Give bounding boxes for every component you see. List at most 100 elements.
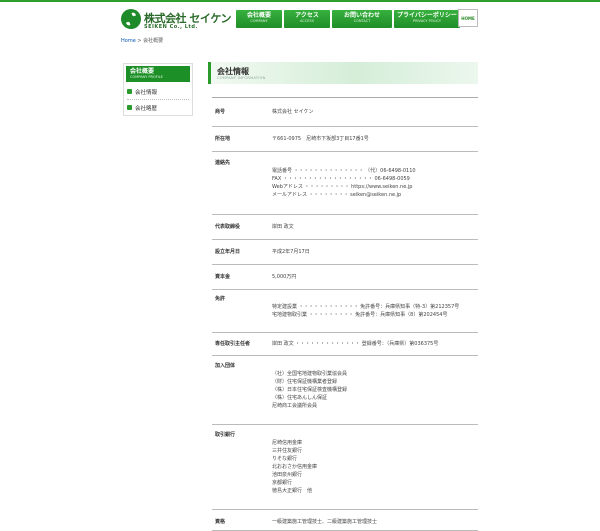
value-line: Webアドレス ・・・・・・・・・ https://www.seiken.ne.… (272, 184, 413, 190)
table-row: 免許特定建設業 ・・・・・・・・・・・・ 免許番号：兵庫県知事（特-3）第212… (212, 290, 478, 333)
value-line: 尼崎信用金庫 (272, 440, 303, 446)
value-line: 岸田 政文 ・・・・・・・・・・・・・ 登録番号：（兵庫県）第036375号 (272, 341, 439, 347)
row-label: 代表取締役 (215, 224, 241, 230)
sidebar-item-company-history[interactable]: 会社略歴 (127, 100, 189, 115)
value-line: 平成2年7月17日 (272, 249, 310, 255)
value-line: 岸田 政文 (272, 224, 294, 230)
sidebar: 会社概要 COMPANY PROFILE 会社情報 会社略歴 (123, 63, 193, 116)
sidebar-item-label: 会社略歴 (135, 105, 158, 112)
table-row: 資本金 5,000万円 (212, 265, 478, 290)
value-line: FAX ・・・・・・・・・・・・・・・・・・ 06-6498-0059 (272, 176, 410, 182)
nav-privacy-sublabel: PRIVACY POLICY (412, 19, 442, 23)
value-line: 徳島大正銀行 他 (272, 488, 313, 494)
sidebar-title: 会社概要 (130, 68, 155, 75)
nav-privacy[interactable]: プライバシーポリシー PRIVACY POLICY (394, 10, 460, 28)
row-label: 専任取引主任者 (215, 341, 251, 347)
value-line: 一級建築施工管理技士、二級建築施工管理技士 (272, 519, 378, 525)
table-row: 取引銀行 尼崎信用金庫 三井住友銀行 りそな銀行 北おおさか信用金庫 池田泉州銀行 京都銀行… (212, 425, 478, 510)
row-value: 岸田 政文 ・・・・・・・・・・・・・ 登録番号：（兵庫県）第036375号 (262, 333, 478, 355)
heading-accent-bar (208, 62, 211, 84)
row-value: 5,000万円 (262, 265, 478, 289)
value-line: 電話番号 ・・・・・・・・・・・・・・ （代）06-6498-0110 (272, 168, 416, 174)
sidebar-subtitle: COMPANY PROFILE (130, 75, 163, 79)
nav-access[interactable]: アクセス ACCESS (284, 10, 330, 28)
value-line: （財）住宅保証機構業者登録 (272, 379, 338, 385)
nav-access-label: アクセス (295, 12, 319, 19)
bullet-icon (127, 105, 132, 110)
table-row: 代表取締役 岸田 政文 (212, 215, 478, 240)
table-row: 商号 株式会社 セイケン (212, 98, 478, 127)
top-accent-bar (0, 0, 600, 2)
value-line: （社）全国宅地建物取引業協会員 (272, 371, 348, 377)
row-label: 免許 (215, 296, 226, 302)
row-value: 平成2年7月17日 (262, 240, 478, 264)
sidebar-header: 会社概要 COMPANY PROFILE (126, 66, 190, 82)
row-label: 商号 (215, 109, 226, 115)
value-line: 池田泉州銀行 (272, 472, 303, 478)
table-row: 専任取引主任者 岸田 政文 ・・・・・・・・・・・・・ 登録番号：（兵庫県）第03… (212, 333, 478, 356)
logo-mark-icon (121, 9, 141, 29)
bullet-icon (127, 89, 132, 94)
row-value: 電話番号 ・・・・・・・・・・・・・・ （代）06-6498-0110 FAX ・… (262, 152, 478, 214)
nav-company[interactable]: 会社概要 COMPANY (236, 10, 282, 28)
section-heading: 会社情報 COMPANY INFORMATION (208, 62, 478, 84)
value-line: りそな銀行 (272, 456, 298, 462)
value-line: 株式会社 セイケン (272, 109, 314, 115)
nav-company-sublabel: COMPANY (250, 19, 268, 23)
row-value: （社）全国宅地建物取引業協会員 （財）住宅保証機構業者登録 （株）日本住宅保証検査機… (262, 356, 478, 424)
row-label: 資本金 (215, 274, 231, 280)
value-line (272, 431, 474, 439)
row-label: 取引銀行 (215, 432, 236, 438)
company-info-table: 商号 株式会社 セイケン所在地 〒661-0975 尼崎市下坂部3丁目17番1号連絡… (212, 97, 478, 531)
breadcrumb-current: 会社概要 (143, 38, 164, 44)
value-line (272, 199, 474, 207)
nav-contact[interactable]: お問い合わせ CONTACT (332, 10, 392, 28)
breadcrumb-separator: > (137, 38, 142, 44)
breadcrumb-home-link[interactable]: Home (121, 38, 136, 44)
row-label: 連絡先 (215, 160, 231, 166)
section-subtitle: COMPANY INFORMATION (217, 76, 266, 80)
value-line: 京都銀行 (272, 480, 293, 486)
row-value: 株式会社 セイケン (262, 98, 478, 126)
value-line (272, 410, 474, 418)
row-label: 所在地 (215, 136, 231, 142)
value-line: メールアドレス ・・・・・・・・ seiken@seiken.ne.jp (272, 192, 402, 198)
row-value: 岸田 政文 (262, 215, 478, 239)
value-line: 宅地建物取引業 ・・・・・・・・・ 免許番号：兵庫県知事（8）第202454号 (272, 312, 448, 318)
global-nav: 会社概要 COMPANY アクセス ACCESS お問い合わせ CONTACT … (236, 10, 460, 28)
row-value: 〒661-0975 尼崎市下坂部3丁目17番1号 (262, 127, 478, 151)
nav-company-label: 会社概要 (246, 12, 271, 19)
nav-contact-label: お問い合わせ (343, 12, 380, 19)
row-label: 資格 (215, 519, 226, 525)
value-line: 北おおさか信用金庫 (272, 464, 318, 470)
value-line: 5,000万円 (272, 274, 297, 280)
nav-contact-sublabel: CONTACT (353, 19, 371, 23)
company-logo[interactable]: 株式会社 セイケン SEIKEN Co., Ltd. (121, 9, 232, 31)
home-button[interactable]: HOME (458, 9, 478, 27)
table-row: 所在地 〒661-0975 尼崎市下坂部3丁目17番1号 (212, 127, 478, 152)
value-line (272, 159, 474, 167)
value-line: （株）住宅あんしん保証 (272, 395, 328, 401)
row-value: 尼崎信用金庫 三井住友銀行 りそな銀行北おおさか信用金庫 池田泉州銀行 京都銀行徳島大正… (262, 425, 478, 509)
row-value: 特定建設業 ・・・・・・・・・・・・ 免許番号：兵庫県知事（特-3）第21235… (262, 290, 478, 332)
nav-access-sublabel: ACCESS (300, 19, 314, 23)
value-line: （株）日本住宅保証検査機構登録 (272, 387, 348, 393)
table-row: 加入団体 （社）全国宅地建物取引業協会員 （財）住宅保証機構業者登録 （株）日本住宅保… (212, 356, 478, 425)
value-line (272, 295, 474, 303)
row-label: 設立年月日 (215, 249, 241, 255)
breadcrumb: Home > 会社概要 (121, 37, 163, 44)
sidebar-item-label: 会社情報 (135, 89, 158, 96)
value-line (272, 362, 474, 370)
value-line: 〒661-0975 尼崎市下坂部3丁目17番1号 (272, 136, 369, 142)
table-row: 資格 一級建築施工管理技士、二級建築施工管理技士 (212, 510, 478, 531)
sidebar-item-company-info[interactable]: 会社情報 (127, 84, 189, 100)
row-label: 加入団体 (215, 363, 236, 369)
row-value: 一級建築施工管理技士、二級建築施工管理技士 (262, 510, 478, 530)
value-line: 特定建設業 ・・・・・・・・・・・・ 免許番号：兵庫県知事（特-3）第21235… (272, 304, 460, 310)
value-line (272, 319, 474, 327)
value-line (272, 495, 474, 503)
value-line: 尼崎商工会議所会員 (272, 403, 318, 409)
value-line: 三井住友銀行 (272, 448, 303, 454)
nav-privacy-label: プライバシーポリシー (397, 12, 457, 19)
table-row: 設立年月日 平成2年7月17日 (212, 240, 478, 265)
